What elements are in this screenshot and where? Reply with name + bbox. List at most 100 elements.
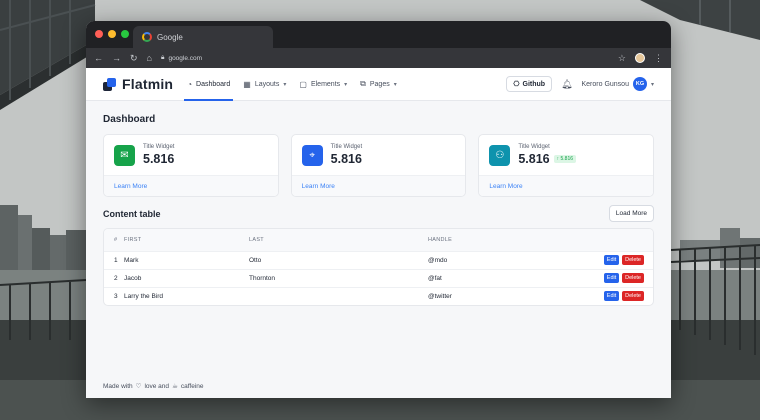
delete-button[interactable]: Delete bbox=[622, 255, 644, 265]
page-title: Dashboard bbox=[103, 114, 156, 125]
window-controls bbox=[95, 30, 129, 38]
learn-more-link[interactable]: Learn More bbox=[489, 183, 522, 190]
load-more-button[interactable]: Load More bbox=[608, 205, 654, 222]
coffee-icon: ☕︎ bbox=[172, 383, 178, 390]
tab-title: Google bbox=[157, 32, 183, 42]
chevron-down-icon: ▾ bbox=[283, 81, 287, 88]
stat-widget: ✉ Title Widget 5.816 Learn More bbox=[103, 134, 279, 197]
github-label: Github bbox=[522, 80, 546, 88]
chevron-down-icon: ▾ bbox=[344, 81, 348, 88]
pages-icon: ⧉ bbox=[360, 79, 366, 88]
arrow-up-icon: ↑ bbox=[556, 156, 560, 162]
menu-item-dashboard[interactable]: ◔ Dashboard bbox=[184, 68, 234, 101]
star-icon[interactable]: ☆ bbox=[618, 53, 626, 63]
menu-item-pages[interactable]: ⧉ Pages ▾ bbox=[360, 68, 397, 100]
github-icon: ⎔ bbox=[513, 81, 520, 88]
delete-button[interactable]: Delete bbox=[622, 291, 644, 302]
cell-last bbox=[249, 286, 428, 305]
footer-suffix: caffeine bbox=[180, 382, 204, 390]
column-header: # bbox=[104, 229, 124, 251]
stat-widget: ⚇ Title Widget 5.816 ↑ 5.816 Learn More bbox=[478, 134, 655, 197]
menu-item-elements[interactable]: ▢ Elements ▾ bbox=[299, 68, 347, 100]
brand-logo[interactable]: Flatmin bbox=[103, 76, 173, 92]
url-field[interactable]: 🔒︎ google.com bbox=[161, 54, 202, 62]
menu-item-label: Layouts bbox=[254, 80, 280, 88]
row-number: 1 bbox=[104, 250, 124, 269]
elements-icon: ▢ bbox=[299, 79, 307, 89]
row-number: 2 bbox=[104, 268, 124, 287]
profile-avatar[interactable] bbox=[635, 53, 645, 63]
kebab-menu-icon[interactable]: ⋮ bbox=[654, 53, 663, 63]
table-row: 2 Jacob Thornton @fat Edit Delete bbox=[104, 268, 653, 287]
pointer-click-icon: ⌖ bbox=[301, 144, 323, 166]
table-row: 3 Larry the Bird @twitter Edit Delete bbox=[104, 286, 653, 305]
edit-button[interactable]: Edit bbox=[603, 291, 620, 302]
footer-middle: love and bbox=[144, 382, 170, 390]
forward-arrow-icon[interactable]: → bbox=[112, 53, 121, 63]
column-header: LAST bbox=[249, 229, 428, 251]
row-actions: Edit Delete bbox=[501, 268, 653, 287]
envelope-open-icon: ✉ bbox=[114, 144, 135, 166]
learn-more-link[interactable]: Learn More bbox=[114, 183, 147, 190]
layout-icon: ▦ bbox=[243, 79, 251, 89]
browser-tab[interactable]: Google bbox=[133, 26, 273, 48]
browser-titlebar: Google bbox=[86, 21, 671, 48]
logo-mark-icon bbox=[103, 77, 116, 91]
brand-name: Flatmin bbox=[122, 76, 174, 92]
back-arrow-icon[interactable]: ← bbox=[94, 53, 103, 63]
cell-last: Thornton bbox=[249, 268, 428, 287]
chevron-down-icon: ▾ bbox=[393, 81, 397, 88]
widget-value: 5.816 bbox=[143, 152, 175, 166]
main-content: Dashboard ✉ Title Widget 5.816 Learn Mor… bbox=[86, 101, 671, 398]
stat-widget: ⌖ Title Widget 5.816 Learn More bbox=[290, 134, 467, 197]
widget-title: Title Widget bbox=[518, 144, 550, 150]
delete-button[interactable]: Delete bbox=[622, 273, 644, 283]
close-window-button[interactable] bbox=[95, 30, 103, 38]
cell-first: Jacob bbox=[124, 268, 249, 287]
cell-handle: @fat bbox=[428, 268, 502, 287]
edit-button[interactable]: Edit bbox=[603, 273, 620, 283]
github-button[interactable]: ⎔ Github bbox=[506, 76, 553, 92]
home-icon[interactable]: ⌂ bbox=[147, 53, 152, 63]
cell-handle: @mdo bbox=[428, 250, 502, 269]
maximize-window-button[interactable] bbox=[121, 30, 129, 38]
content-table: # FIRST LAST HANDLE 1 Mark Otto @mdo Edi… bbox=[103, 228, 654, 306]
reload-icon[interactable]: ↻ bbox=[130, 53, 138, 63]
cell-first: Larry the Bird bbox=[124, 286, 249, 305]
avatar: KG bbox=[632, 77, 647, 91]
column-header: FIRST bbox=[124, 229, 249, 251]
widget-title: Title Widget bbox=[330, 144, 363, 150]
trend-badge: ↑ 5.816 bbox=[553, 155, 577, 163]
user-name: Keroro Gunsou bbox=[581, 80, 629, 88]
row-actions: Edit Delete bbox=[501, 286, 653, 305]
users-icon: ⚇ bbox=[489, 144, 511, 166]
menu-item-label: Dashboard bbox=[196, 80, 231, 88]
menu-item-label: Elements bbox=[310, 80, 341, 88]
trend-value: 5.816 bbox=[560, 156, 574, 162]
url-text: google.com bbox=[168, 54, 203, 62]
lock-icon: 🔒︎ bbox=[160, 54, 165, 61]
minimize-window-button[interactable] bbox=[108, 30, 116, 38]
row-actions: Edit Delete bbox=[501, 250, 653, 269]
gauge-icon: ◔ bbox=[187, 79, 193, 89]
google-icon bbox=[142, 32, 152, 42]
actions-column-header bbox=[501, 229, 653, 251]
main-menu: ◔ Dashboard ▦ Layouts ▾ ▢ Elements ▾ ⧉ P… bbox=[184, 68, 397, 101]
column-header: HANDLE bbox=[428, 229, 502, 251]
footer-prefix: Made with bbox=[103, 382, 133, 390]
menu-item-label: Pages bbox=[369, 80, 390, 88]
edit-button[interactable]: Edit bbox=[603, 255, 620, 265]
cell-first: Mark bbox=[124, 250, 249, 269]
bell-icon[interactable]: 🔔︎ bbox=[561, 79, 572, 90]
widget-title: Title Widget bbox=[143, 144, 175, 150]
user-menu[interactable]: Keroro Gunsou KG ▾ bbox=[581, 77, 654, 91]
widget-value: 5.816 bbox=[518, 152, 550, 166]
menu-item-layouts[interactable]: ▦ Layouts ▾ bbox=[243, 68, 286, 100]
table-header-row: # FIRST LAST HANDLE bbox=[104, 229, 653, 251]
browser-window: Google ← → ↻ ⌂ 🔒︎ google.com ☆ ⋮ Flatmin… bbox=[86, 21, 671, 398]
learn-more-link[interactable]: Learn More bbox=[302, 183, 335, 190]
app-navbar: Flatmin ◔ Dashboard ▦ Layouts ▾ ▢ Elemen… bbox=[86, 68, 671, 101]
section-title: Content table bbox=[103, 208, 161, 219]
cell-handle: @twitter bbox=[428, 286, 502, 305]
heart-icon: ♡ bbox=[135, 383, 142, 390]
